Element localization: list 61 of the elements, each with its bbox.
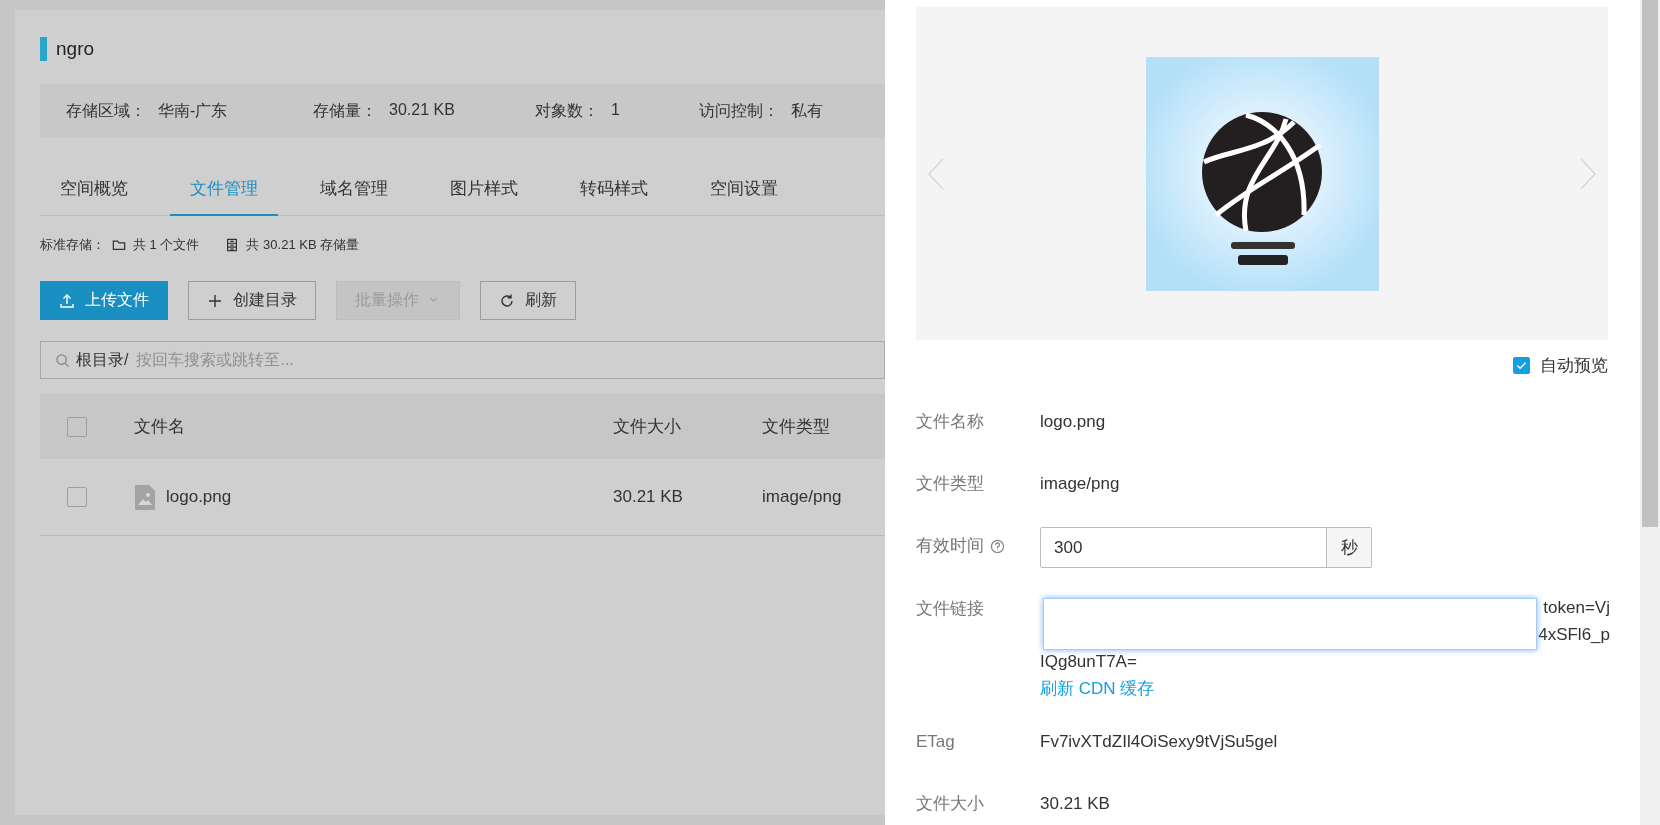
path-prefix: 根目录/: [76, 349, 129, 370]
duration-input[interactable]: 300: [1041, 528, 1326, 568]
field-label: 文件大小: [916, 793, 984, 815]
field-label: 有效时间: [916, 535, 984, 558]
info-label: 访问控制：: [699, 100, 779, 121]
file-type: image/png: [762, 487, 842, 507]
tab[interactable]: 空间设置: [690, 161, 798, 216]
field-value: logo.png: [1040, 411, 1107, 434]
checkbox[interactable]: [1513, 357, 1530, 375]
search-field[interactable]: 根目录/ 按回车搜索或跳转至...: [40, 341, 885, 379]
checkbox[interactable]: [67, 487, 87, 507]
storage-icon: [225, 238, 240, 252]
check-icon: [1516, 360, 1527, 372]
create-button[interactable]: 创建目录: [188, 281, 316, 320]
chevron-right-icon: [1578, 156, 1598, 191]
column-header: 文件大小: [613, 416, 681, 438]
link-text: token=Vj: [1543, 596, 1610, 619]
info-label: 存储量：: [313, 100, 377, 121]
duration-field[interactable]: 300 秒: [1040, 527, 1372, 569]
plus-icon: [207, 292, 223, 309]
column-header: 文件名: [134, 416, 185, 438]
file-count: 共 1 个文件: [133, 236, 200, 254]
file-name[interactable]: logo.png: [166, 487, 232, 507]
scrollbar-thumb[interactable]: [1642, 0, 1658, 527]
upload-button[interactable]: 上传文件: [40, 281, 168, 320]
tab[interactable]: 转码样式: [560, 161, 668, 216]
info-label: 存储区域：: [66, 100, 146, 121]
info-value: 30.21 KB: [389, 100, 455, 120]
info-label: 对象数：: [535, 100, 599, 121]
refresh-button[interactable]: 刷新: [480, 281, 576, 320]
info-value: 1: [611, 100, 620, 120]
storage-total: 共 30.21 KB 存储量: [246, 236, 360, 254]
link-text: IQg8unT7A=: [1040, 650, 1137, 673]
tab[interactable]: 域名管理: [300, 161, 408, 216]
link-text: 4xSFl6_p: [1538, 623, 1610, 646]
search-input[interactable]: 按回车搜索或跳转至...: [134, 350, 884, 370]
bucket-title: ngro: [56, 38, 95, 60]
info-value: 私有: [791, 100, 823, 121]
checkbox[interactable]: [67, 416, 87, 437]
unit-label: 秒: [1326, 528, 1371, 568]
chevron-left-icon: [926, 156, 946, 191]
info-value: 华南-广东: [158, 100, 228, 121]
field-value: Fv7ivXTdZIl4OiSexy9tVjSu5gel: [1040, 731, 1279, 753]
checkbox-label: 自动预览: [1540, 355, 1608, 378]
tab[interactable]: 空间概览: [40, 161, 148, 216]
tab[interactable]: 图片样式: [430, 161, 538, 216]
folder-icon: [112, 238, 126, 252]
summary-label: 标准存储：: [40, 236, 105, 254]
refresh-icon: [499, 292, 515, 309]
file-size: 30.21 KB: [613, 487, 683, 507]
image-file-icon: [134, 483, 156, 511]
field-value: 30.21 KB: [1040, 793, 1111, 815]
field-label: 文件链接: [916, 597, 984, 620]
search-icon: [55, 352, 70, 368]
field-value: image/png: [1040, 473, 1121, 496]
column-header: 文件类型: [762, 416, 830, 438]
field-label: 文件类型: [916, 473, 984, 496]
field-label: ETag: [916, 731, 955, 753]
upload-icon: [59, 292, 75, 309]
field-label: 文件名称: [916, 411, 984, 434]
title-marker: [40, 37, 47, 61]
